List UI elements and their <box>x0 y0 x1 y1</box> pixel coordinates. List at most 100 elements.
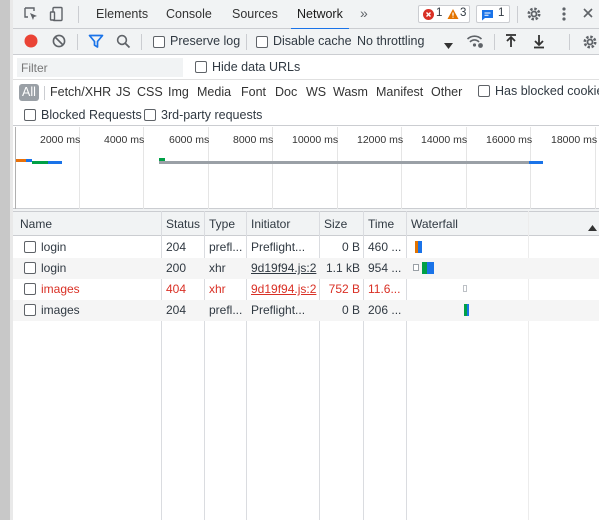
column-header-waterfall[interactable]: Waterfall <box>411 217 458 231</box>
overview-tick-label: 18000 ms <box>551 134 598 146</box>
tab-sources[interactable]: Sources <box>232 0 278 29</box>
record-icon[interactable] <box>24 34 38 51</box>
type-filter-wasm[interactable]: Wasm <box>333 84 368 101</box>
filter-icon[interactable] <box>88 34 104 52</box>
request-size: 0 B <box>341 240 360 254</box>
table-row[interactable]: login 200 xhr 9d19f94.js:2 1.1 kB 954 ..… <box>13 258 599 279</box>
devtools-panel: Elements Console Sources Network » 1 3 1 <box>13 0 599 520</box>
type-filter-all[interactable]: All <box>19 84 39 101</box>
import-har-icon[interactable] <box>504 34 518 52</box>
tab-console[interactable]: Console <box>166 0 212 29</box>
dropdown-arrow-icon[interactable] <box>444 38 453 52</box>
network-conditions-icon[interactable] <box>466 33 484 52</box>
blocked-requests-checkbox[interactable] <box>24 109 36 121</box>
waterfall-bar <box>463 285 467 292</box>
hide-data-urls-checkbox[interactable] <box>195 61 207 73</box>
request-name[interactable]: login <box>41 261 159 275</box>
filter-input[interactable] <box>17 58 183 77</box>
type-filter-js[interactable]: JS <box>116 84 131 101</box>
toolbar-separator <box>77 34 78 50</box>
network-toolbar: Preserve log Disable cache No throttling <box>13 29 599 55</box>
overview-bar <box>48 161 62 164</box>
network-settings-gear-icon[interactable] <box>582 34 598 53</box>
type-filter-manifest[interactable]: Manifest <box>376 84 423 101</box>
blocked-requests-label[interactable]: Blocked Requests <box>41 108 142 122</box>
warning-count: 3 <box>460 7 467 19</box>
overview-bar <box>529 161 543 164</box>
toolbar-separator-3 <box>246 34 247 50</box>
close-icon[interactable] <box>582 7 598 23</box>
third-party-requests-label[interactable]: 3rd-party requests <box>161 108 262 122</box>
column-header-initiator[interactable]: Initiator <box>251 217 290 231</box>
request-initiator-link[interactable]: 9d19f94.js:2 <box>251 261 317 275</box>
type-filter-media[interactable]: Media <box>197 84 231 101</box>
type-filter-css[interactable]: CSS <box>137 84 163 101</box>
request-initiator[interactable]: Preflight... <box>251 303 317 317</box>
column-header-size[interactable]: Size <box>324 217 347 231</box>
chip-separator <box>44 86 45 100</box>
table-row[interactable]: images 204 prefl... Preflight... 0 B 206… <box>13 300 599 321</box>
messages-badge[interactable]: 1 <box>476 5 510 23</box>
table-row[interactable]: images 404 xhr 9d19f94.js:2 752 B 11.6..… <box>13 279 599 300</box>
request-name[interactable]: images <box>41 282 159 296</box>
throttling-select[interactable]: No throttling <box>357 34 424 48</box>
disable-cache-label[interactable]: Disable cache <box>273 34 352 48</box>
row-select-checkbox[interactable] <box>24 304 36 316</box>
waterfall-bar <box>427 262 434 274</box>
device-toolbar-icon[interactable] <box>49 6 65 22</box>
type-filter-font[interactable]: Font <box>241 84 266 101</box>
overview-bar <box>32 161 48 164</box>
disable-cache-checkbox[interactable] <box>256 36 268 48</box>
chevron-double-right-icon[interactable]: » <box>360 5 376 21</box>
waterfall-bar <box>467 304 469 316</box>
type-filter-other[interactable]: Other <box>431 84 462 101</box>
column-header-type[interactable]: Type <box>209 217 235 231</box>
overview-tick-label: 10000 ms <box>292 134 339 146</box>
overview-bar <box>16 159 26 162</box>
preserve-log-checkbox[interactable] <box>153 36 165 48</box>
search-icon[interactable] <box>116 34 131 52</box>
table-row[interactable]: login 204 prefl... Preflight... 0 B 460 … <box>13 237 599 258</box>
row-select-checkbox[interactable] <box>24 241 36 253</box>
tab-network[interactable]: Network <box>291 0 349 30</box>
overview-tick-label: 6000 ms <box>169 134 210 146</box>
row-select-checkbox[interactable] <box>24 283 36 295</box>
overview-tick-label: 8000 ms <box>233 134 274 146</box>
request-type: xhr <box>209 261 226 275</box>
type-filter-img[interactable]: Img <box>168 84 189 101</box>
column-header-time[interactable]: Time <box>368 217 394 231</box>
inspect-element-icon[interactable] <box>23 6 39 22</box>
request-size: 1.1 kB <box>325 261 360 275</box>
has-blocked-cookies-checkbox[interactable] <box>478 85 490 97</box>
column-header-status[interactable]: Status <box>166 217 200 231</box>
request-name[interactable]: login <box>41 240 159 254</box>
request-initiator-link[interactable]: 9d19f94.js:2 <box>251 282 317 296</box>
preserve-log-label[interactable]: Preserve log <box>170 34 240 48</box>
issues-badge[interactable]: 1 3 <box>418 5 470 23</box>
tab-elements[interactable]: Elements <box>96 0 148 29</box>
hide-data-urls-label[interactable]: Hide data URLs <box>212 60 300 74</box>
has-blocked-cookies-label[interactable]: Has blocked cookies <box>495 84 599 98</box>
request-type: xhr <box>209 282 226 296</box>
overview-bar <box>159 161 539 164</box>
request-type: prefl... <box>209 303 243 317</box>
type-filter-ws[interactable]: WS <box>306 84 326 101</box>
row-select-checkbox[interactable] <box>24 262 36 274</box>
request-initiator[interactable]: Preflight... <box>251 240 317 254</box>
network-overview[interactable]: 2000 ms 4000 ms 6000 ms 8000 ms 10000 ms… <box>13 127 599 209</box>
type-filter-fetch-xhr[interactable]: Fetch/XHR <box>50 84 111 101</box>
request-name[interactable]: images <box>41 303 159 317</box>
overview-tick-label: 16000 ms <box>486 134 533 146</box>
more-options-icon[interactable] <box>556 6 572 22</box>
third-party-requests-checkbox[interactable] <box>144 109 156 121</box>
request-status: 404 <box>166 282 187 296</box>
clear-icon[interactable] <box>52 34 66 51</box>
sort-ascending-icon[interactable] <box>588 220 597 234</box>
export-har-icon[interactable] <box>532 34 546 52</box>
column-header-name[interactable]: Name <box>20 217 52 231</box>
type-filter-doc[interactable]: Doc <box>275 84 297 101</box>
request-status: 204 <box>166 240 187 254</box>
settings-gear-icon[interactable] <box>526 6 542 22</box>
tabbar-separator <box>78 6 79 23</box>
message-count: 1 <box>498 7 505 19</box>
